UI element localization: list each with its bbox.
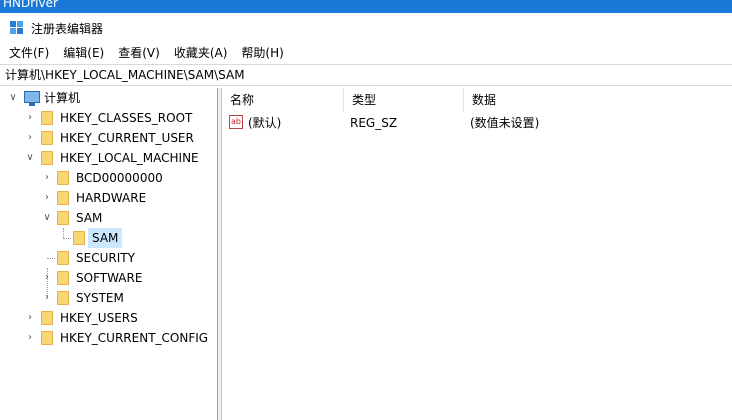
taskbar-text: HNDriver bbox=[3, 0, 58, 10]
menu-favorites[interactable]: 收藏夹(A) bbox=[169, 43, 233, 63]
tree-item-sam[interactable]: ∨ SAM bbox=[0, 208, 217, 228]
tree-item-label: SAM bbox=[88, 228, 123, 248]
window-title: 注册表编辑器 bbox=[31, 21, 104, 36]
chevron-right-icon[interactable]: › bbox=[24, 112, 36, 124]
tree-item-hkey-current-config[interactable]: › HKEY_CURRENT_CONFIG bbox=[0, 328, 217, 348]
folder-icon bbox=[57, 271, 69, 285]
chevron-down-icon[interactable]: ∨ bbox=[7, 92, 19, 104]
menu-view[interactable]: 查看(V) bbox=[113, 43, 165, 63]
chevron-right-icon[interactable]: › bbox=[24, 132, 36, 144]
tree-item-hkey-users[interactable]: › HKEY_USERS bbox=[0, 308, 217, 328]
tree-item-label: HKEY_CURRENT_USER bbox=[60, 131, 194, 145]
column-header-data[interactable]: 数据 bbox=[464, 88, 732, 112]
tree-item-sam-sam[interactable]: SAM bbox=[0, 228, 217, 248]
tree-pane[interactable]: ∨ 计算机 › HKEY_CLASSES_ROOT › HKEY_CURRENT… bbox=[0, 88, 218, 420]
chevron-down-icon[interactable]: ∨ bbox=[41, 212, 53, 224]
menu-edit[interactable]: 编辑(E) bbox=[58, 43, 109, 63]
tree-item-label: SYSTEM bbox=[76, 291, 124, 305]
tree-item-bcd00000000[interactable]: › BCD00000000 bbox=[0, 168, 217, 188]
folder-icon bbox=[41, 331, 53, 345]
tree-item-label: SOFTWARE bbox=[76, 271, 143, 285]
tree-item-label: SECURITY bbox=[76, 251, 135, 265]
folder-icon bbox=[41, 111, 53, 125]
column-header-type[interactable]: 类型 bbox=[344, 88, 464, 112]
value-row-type: REG_SZ bbox=[350, 116, 398, 130]
chevron-right-icon[interactable]: › bbox=[24, 312, 36, 324]
value-row-name[interactable]: (默认) bbox=[248, 112, 344, 134]
menu-file[interactable]: 文件(F) bbox=[4, 43, 54, 63]
tree-item-label: HKEY_CLASSES_ROOT bbox=[60, 111, 193, 125]
chevron-down-icon[interactable]: ∨ bbox=[24, 152, 36, 164]
folder-icon bbox=[57, 191, 69, 205]
tree-item-label: HARDWARE bbox=[76, 191, 147, 205]
tree-item-hkey-classes-root[interactable]: › HKEY_CLASSES_ROOT bbox=[0, 108, 217, 128]
tree-item-hkey-current-user[interactable]: › HKEY_CURRENT_USER bbox=[0, 128, 217, 148]
title-bar: 注册表编辑器 bbox=[0, 13, 732, 43]
string-value-icon: ab bbox=[229, 115, 243, 129]
folder-icon bbox=[41, 311, 53, 325]
tree-item-hardware[interactable]: › HARDWARE bbox=[0, 188, 217, 208]
regedit-icon bbox=[10, 21, 24, 35]
column-header-name[interactable]: 名称 bbox=[222, 88, 344, 112]
menu-help[interactable]: 帮助(H) bbox=[236, 43, 288, 63]
chevron-right-icon[interactable]: › bbox=[24, 332, 36, 344]
tree-item-label: HKEY_LOCAL_MACHINE bbox=[60, 151, 199, 165]
folder-icon bbox=[57, 251, 69, 265]
tree-item-label: 计算机 bbox=[44, 91, 81, 105]
computer-icon bbox=[24, 91, 40, 106]
chevron-right-icon[interactable]: › bbox=[41, 192, 53, 204]
folder-icon bbox=[57, 291, 69, 305]
tree-item-label: HKEY_USERS bbox=[60, 311, 138, 325]
tree-item-computer[interactable]: ∨ 计算机 bbox=[0, 88, 217, 108]
chevron-right-icon[interactable]: › bbox=[41, 272, 53, 284]
tree-item-software[interactable]: › SOFTWARE bbox=[0, 268, 217, 288]
folder-icon bbox=[41, 131, 53, 145]
values-list[interactable]: 名称 类型 数据 ab (默认) REG_SZ (数值未设置) bbox=[222, 88, 732, 420]
folder-icon bbox=[57, 211, 69, 225]
folder-icon bbox=[57, 171, 69, 185]
tree-item-label: HKEY_CURRENT_CONFIG bbox=[60, 331, 209, 345]
folder-icon bbox=[73, 231, 85, 245]
chevron-right-icon[interactable]: › bbox=[41, 292, 53, 304]
folder-icon bbox=[41, 151, 53, 165]
tree-item-system[interactable]: › SYSTEM bbox=[0, 288, 217, 308]
tree-item-label: SAM bbox=[76, 211, 103, 225]
address-bar[interactable]: 计算机\HKEY_LOCAL_MACHINE\SAM\SAM bbox=[0, 64, 732, 86]
tree-item-security[interactable]: SECURITY bbox=[0, 248, 217, 268]
tree-item-label: BCD00000000 bbox=[76, 171, 163, 185]
taskbar-strip: HNDriver bbox=[0, 0, 732, 13]
tree-item-hkey-local-machine[interactable]: ∨ HKEY_LOCAL_MACHINE bbox=[0, 148, 217, 168]
chevron-right-icon[interactable]: › bbox=[41, 172, 53, 184]
value-row-data: (数值未设置) bbox=[470, 116, 540, 130]
menu-bar: 文件(F) 编辑(E) 查看(V) 收藏夹(A) 帮助(H) bbox=[0, 43, 732, 63]
